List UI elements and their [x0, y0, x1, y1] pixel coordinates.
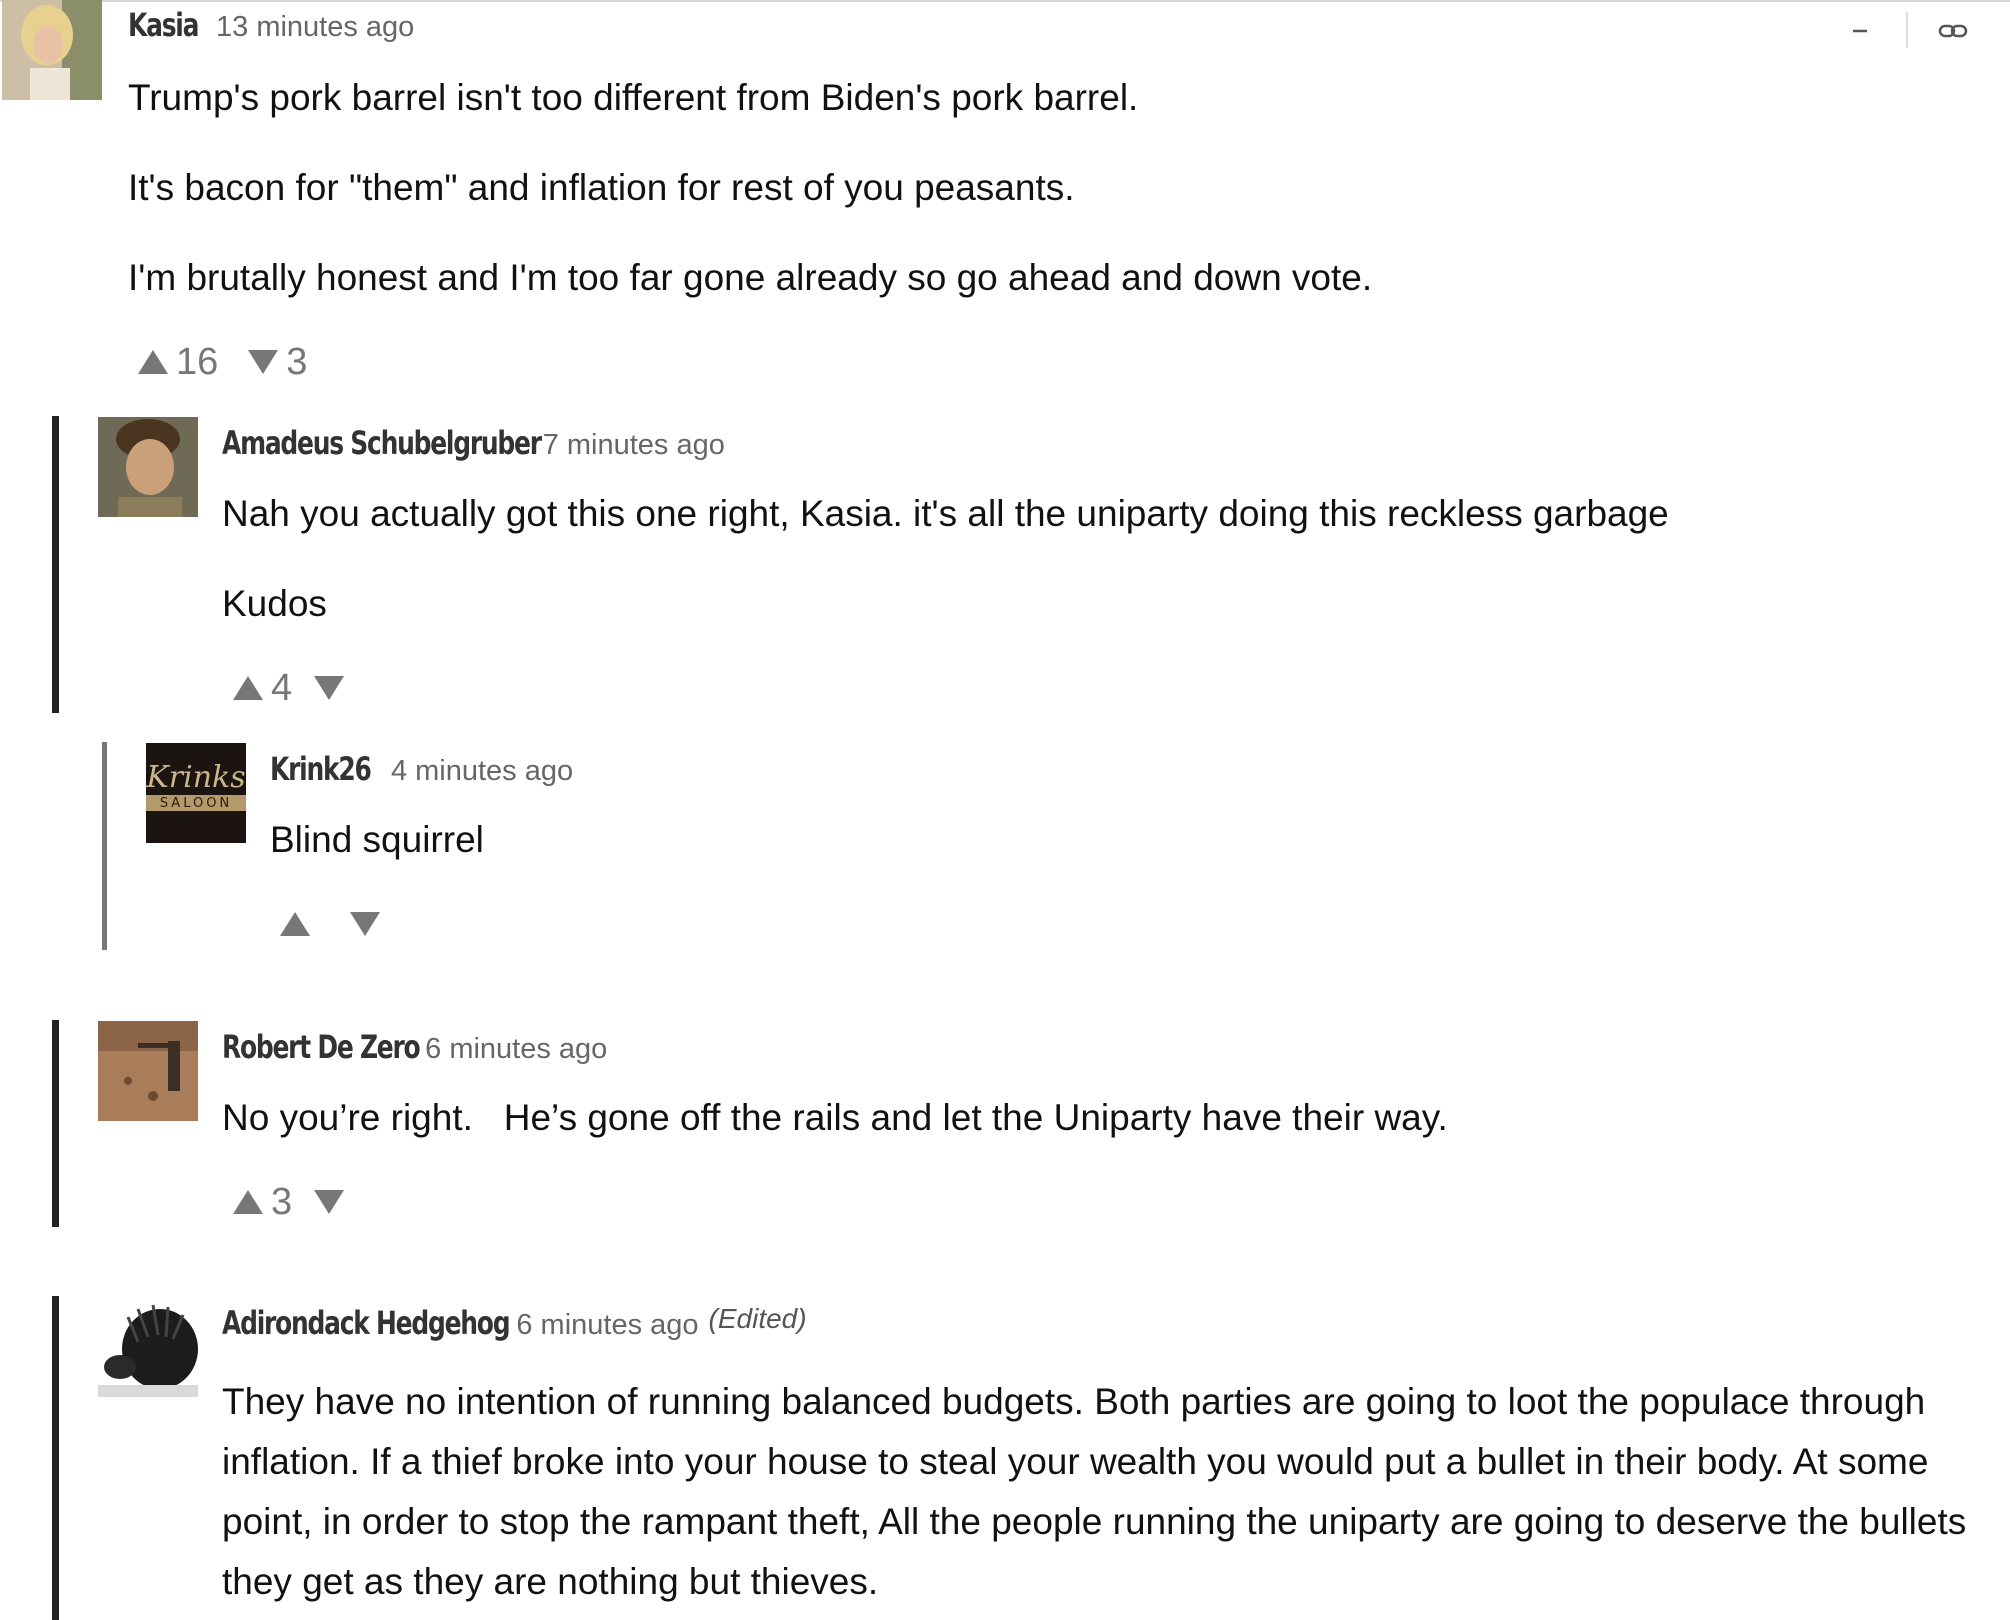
comment-paragraph: I'm brutally honest and I'm too far gone…: [128, 257, 1373, 298]
comment-body: Nah you actually got this one right, Kas…: [222, 484, 1982, 634]
downvote-icon: [314, 1190, 345, 1214]
link-icon: [1938, 24, 1968, 38]
avatar-adirondack[interactable]: [98, 1297, 198, 1397]
vote-bar: 4: [233, 666, 345, 710]
downvote-icon: [350, 912, 380, 936]
upvote-button[interactable]: [280, 912, 310, 936]
thread-line[interactable]: [52, 1020, 59, 1227]
avatar-kasia[interactable]: [2, 0, 102, 100]
collapse-button[interactable]: [1845, 16, 1875, 46]
author-name[interactable]: Amadeus Schubelgruber: [222, 424, 542, 462]
upvote-button[interactable]: 16: [138, 341, 218, 384]
comment-paragraph: Kudos: [222, 583, 327, 624]
vote-bar: 3: [233, 1180, 345, 1224]
author-name[interactable]: Kasia: [128, 6, 199, 44]
thread-line[interactable]: [52, 416, 59, 713]
upvote-icon: [138, 350, 168, 374]
upvote-icon: [233, 1190, 263, 1214]
vote-bar: [280, 902, 380, 946]
comment-paragraph: It's bacon for "them" and inflation for …: [128, 167, 1075, 208]
upvote-count: 16: [176, 340, 219, 383]
timestamp[interactable]: 6 minutes ago: [516, 1309, 698, 1342]
svg-text:Krinks: Krinks: [146, 760, 246, 795]
thread-line[interactable]: [102, 742, 107, 950]
timestamp[interactable]: 4 minutes ago: [391, 755, 573, 788]
edited-label: (Edited): [708, 1303, 807, 1334]
upvote-button[interactable]: 3: [233, 1181, 292, 1224]
minus-icon: [1853, 29, 1867, 33]
comment-header: Kasia 13 minutes ago: [128, 6, 414, 44]
downvote-button[interactable]: [314, 1190, 345, 1214]
upvote-icon: [280, 912, 310, 936]
avatar-amadeus[interactable]: [98, 417, 198, 517]
author-name[interactable]: Adirondack Hedgehog: [222, 1304, 511, 1342]
comment-body: Trump's pork barrel isn't too different …: [128, 68, 1978, 308]
comment-header: Adirondack Hedgehog 6 minutes ago (Edited): [222, 1303, 807, 1342]
author-name[interactable]: Krink26: [270, 750, 372, 788]
downvote-icon: [314, 676, 345, 700]
comment-body: No you’re right. He’s gone off the rails…: [222, 1088, 1982, 1148]
upvote-button[interactable]: 4: [233, 667, 292, 710]
comment-paragraph: Blind squirrel: [270, 819, 484, 860]
thread-line[interactable]: [52, 1296, 59, 1620]
comment-paragraph: No you’re right. He’s gone off the rails…: [222, 1097, 1448, 1138]
comment-paragraph: Trump's pork barrel isn't too different …: [128, 77, 1139, 118]
downvote-button[interactable]: 3: [248, 341, 307, 384]
timestamp[interactable]: 6 minutes ago: [425, 1033, 607, 1066]
comment-body: They have no intention of running balanc…: [222, 1372, 1992, 1612]
avatar-krink26[interactable]: Krinks SALOON: [146, 743, 246, 843]
permalink-button[interactable]: [1936, 16, 1970, 46]
control-separator: [1906, 12, 1908, 48]
vote-bar: 16 3: [138, 340, 307, 384]
upvote-count: 4: [271, 666, 293, 709]
downvote-count: 3: [286, 340, 308, 383]
timestamp[interactable]: 13 minutes ago: [216, 11, 414, 44]
author-name[interactable]: Robert De Zero: [222, 1028, 421, 1066]
comment-paragraph: Nah you actually got this one right, Kas…: [222, 493, 1669, 534]
svg-text:SALOON: SALOON: [160, 796, 232, 811]
downvote-button[interactable]: [350, 912, 380, 936]
comment-header: Robert De Zero 6 minutes ago: [222, 1028, 607, 1066]
downvote-icon: [248, 350, 279, 374]
comment-paragraph: They have no intention of running balanc…: [222, 1381, 1967, 1602]
comment-body: Blind squirrel: [270, 810, 1970, 870]
comment-header: Krink26 4 minutes ago: [270, 750, 573, 788]
comment-header: Amadeus Schubelgruber7 minutes ago: [222, 424, 725, 462]
avatar-robert[interactable]: [98, 1021, 198, 1121]
downvote-button[interactable]: [314, 676, 345, 700]
upvote-icon: [233, 676, 263, 700]
upvote-count: 3: [271, 1180, 293, 1223]
top-divider: [0, 0, 2010, 2]
timestamp[interactable]: 7 minutes ago: [543, 429, 725, 462]
